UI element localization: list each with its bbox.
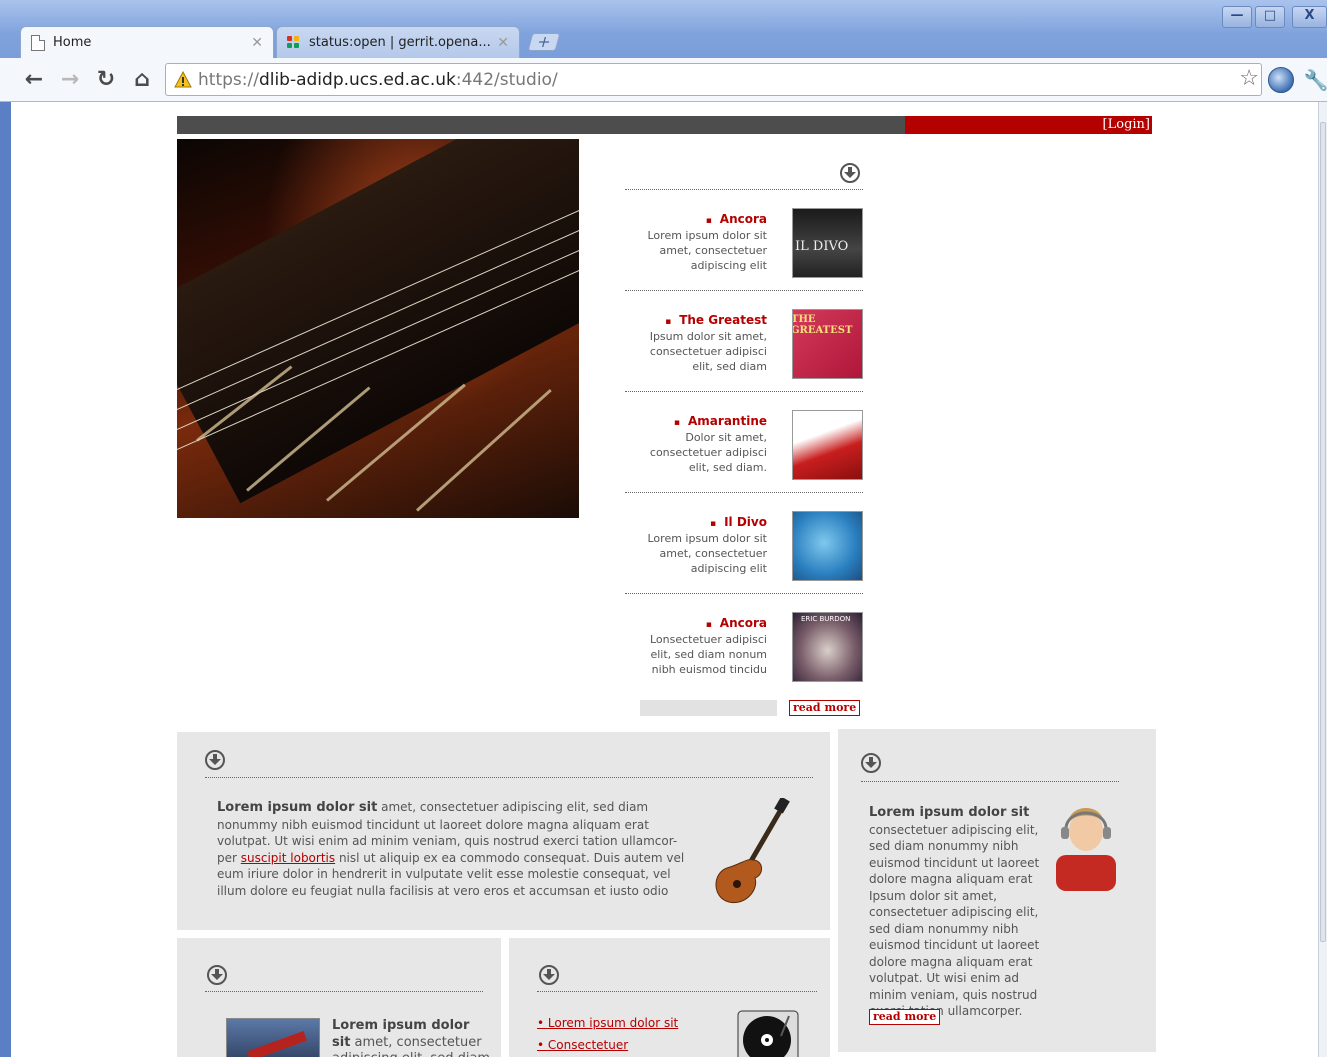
album-desc: Ipsum dolor sit amet, consectetuer adipi… [649, 330, 767, 373]
album-cover[interactable]: ERIC BURDON [792, 612, 863, 682]
divider [625, 290, 863, 291]
side-panel: Lorem ipsum dolor sit consectetuer adipi… [838, 729, 1156, 1052]
close-window-button[interactable]: X [1292, 6, 1327, 28]
electric-guitar-image [715, 798, 790, 904]
url-path: :442/studio/ [455, 69, 558, 90]
turntable-icon [737, 1010, 799, 1057]
album-cover[interactable] [792, 511, 863, 581]
link-item[interactable]: Consectetuer [537, 1034, 678, 1056]
down-arrow-icon[interactable] [205, 750, 225, 770]
album-cover[interactable]: THE GREATEST [792, 309, 863, 379]
tab-gerrit[interactable]: status:open | gerrit.opena... ✕ [276, 26, 520, 58]
maximize-button[interactable]: □ [1255, 6, 1285, 28]
page-viewport: [Login] Ancora Lorem ipsum dolor sit ame… [11, 102, 1318, 1057]
album-desc: Dolor sit amet, consectetuer adipisci el… [649, 431, 767, 474]
close-tab-icon[interactable]: ✕ [497, 35, 509, 51]
album-cover-text: THE GREATEST [792, 314, 853, 336]
bottom-mid-panel: Lorem ipsum dolor sit Consectetuer [509, 938, 830, 1057]
link-item[interactable]: Lorem ipsum dolor sit [537, 1012, 678, 1034]
top-bar [177, 116, 905, 134]
feature-link[interactable]: suscipit lobortis [241, 851, 335, 865]
extension-icon[interactable] [1268, 67, 1294, 93]
album-item[interactable]: Ancora Lonsectetuer adipisci elit, sed d… [625, 612, 863, 702]
album-title[interactable]: Ancora [706, 212, 767, 226]
down-arrow-icon[interactable] [861, 753, 881, 773]
divider [625, 189, 863, 190]
browser-toolbar: ← → ↻ ⌂ https://dlib-adidp.ucs.ed.ac.uk:… [0, 58, 1327, 102]
side-body: consectetuer adipiscing elit, sed diam n… [869, 822, 1040, 1019]
guitarist-image [226, 1018, 320, 1057]
album-desc: Lonsectetuer adipisci elit, sed diam non… [650, 633, 767, 676]
feature-panel: Lorem ipsum dolor sit amet, consectetuer… [177, 732, 830, 930]
login-link[interactable]: [Login] [1103, 117, 1150, 132]
tab-label: Home [53, 35, 92, 50]
url-host: dlib-adidp.ucs.ed.ac.uk [258, 69, 456, 90]
login-bar: [Login] [905, 116, 1152, 134]
pager-bar [640, 700, 777, 716]
side-text: Lorem ipsum dolor sit consectetuer adipi… [869, 804, 1119, 1020]
star-icon[interactable]: ☆ [1239, 66, 1259, 91]
divider [625, 593, 863, 594]
hero-guitar-image [177, 139, 579, 518]
down-arrow-icon[interactable] [539, 965, 559, 985]
vertical-scrollbar[interactable] [1318, 102, 1327, 1057]
window-titlebar: Home ✕ status:open | gerrit.opena... ✕ +… [0, 0, 1327, 58]
minimize-button[interactable]: — [1222, 6, 1252, 28]
divider [625, 492, 863, 493]
side-read-more-button[interactable]: read more [869, 1009, 941, 1025]
album-cover-text: ERIC BURDON [801, 615, 851, 623]
divider [861, 781, 1119, 782]
url-scheme: https:// [198, 69, 259, 90]
album-cover[interactable]: IL DIVO [792, 208, 863, 278]
side-bold: Lorem ipsum dolor sit [869, 805, 1030, 820]
album-desc: Lorem ipsum dolor sit amet, consectetuer… [647, 532, 768, 575]
album-title[interactable]: Ancora [706, 616, 767, 630]
tab-label: status:open | gerrit.opena... [309, 35, 491, 50]
bottom-mid-links: Lorem ipsum dolor sit Consectetuer [537, 1012, 678, 1056]
album-cover[interactable] [792, 410, 863, 480]
warning-lock-icon [174, 70, 192, 87]
down-arrow-icon[interactable] [207, 965, 227, 985]
album-item[interactable]: The Greatest Ipsum dolor sit amet, conse… [625, 309, 863, 399]
tab-home[interactable]: Home ✕ [20, 26, 274, 58]
forward-icon[interactable]: → [56, 66, 84, 94]
new-tab-button[interactable]: + [527, 32, 561, 51]
wrench-icon[interactable]: 🔧 [1302, 66, 1327, 94]
album-title[interactable]: The Greatest [665, 313, 767, 327]
bottom-left-body: amet, consectetuer adipiscing elit, sed … [332, 1034, 490, 1057]
back-icon[interactable]: ← [20, 66, 48, 94]
gerrit-favicon-icon [287, 35, 301, 50]
down-arrow-icon[interactable] [840, 163, 860, 183]
album-item[interactable]: Il Divo Lorem ipsum dolor sit amet, cons… [625, 511, 863, 601]
scrollbar-thumb[interactable] [1320, 122, 1326, 942]
divider [205, 991, 483, 992]
reload-icon[interactable]: ↻ [92, 66, 120, 94]
divider [205, 777, 813, 778]
page-icon [31, 34, 45, 51]
bottom-left-text: Lorem ipsum dolor sit amet, consectetuer… [332, 1018, 492, 1057]
album-title[interactable]: Il Divo [710, 515, 767, 529]
feature-bold: Lorem ipsum dolor sit [217, 800, 378, 815]
album-cover-text: IL DIVO [795, 239, 849, 254]
read-more-button[interactable]: read more [789, 700, 861, 716]
album-desc: Lorem ipsum dolor sit amet, consectetuer… [647, 229, 768, 272]
album-title[interactable]: Amarantine [674, 414, 767, 428]
divider [625, 391, 863, 392]
album-item[interactable]: Ancora Lorem ipsum dolor sit amet, conse… [625, 208, 863, 298]
divider [537, 991, 817, 992]
home-icon[interactable]: ⌂ [128, 66, 156, 94]
feature-text: Lorem ipsum dolor sit amet, consectetuer… [217, 799, 687, 899]
close-tab-icon[interactable]: ✕ [251, 35, 263, 51]
bottom-left-panel: Lorem ipsum dolor sit amet, consectetuer… [177, 938, 501, 1057]
album-item[interactable]: Amarantine Dolor sit amet, consectetuer … [625, 410, 863, 500]
address-bar[interactable]: https://dlib-adidp.ucs.ed.ac.uk:442/stud… [165, 63, 1262, 96]
